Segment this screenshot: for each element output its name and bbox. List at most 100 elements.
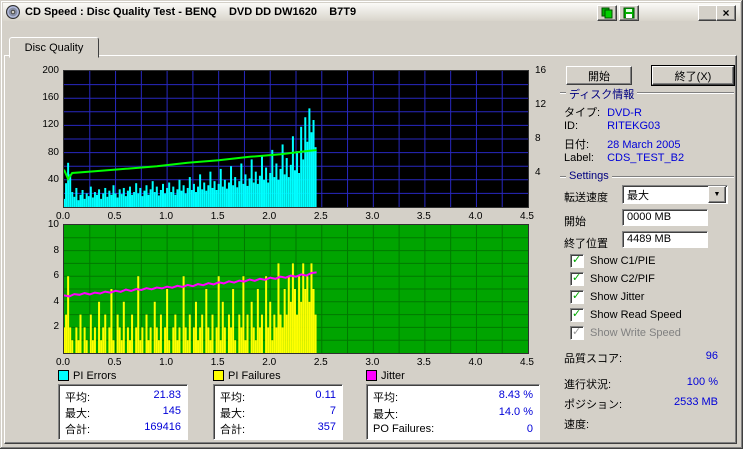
checkbox-box: ✓ — [570, 272, 584, 286]
position-row: ポジション: 2533 MB — [564, 396, 718, 411]
cd-icon — [6, 5, 20, 19]
axis-tick: 0.0 — [56, 211, 70, 222]
axis-tick: 1.5 — [210, 211, 225, 222]
save-button[interactable] — [619, 5, 639, 21]
checkbox-box: ✓ — [570, 290, 584, 304]
pi-failures-jitter-chart — [63, 224, 529, 354]
stat-row: 合計: 169416 — [65, 421, 181, 436]
axis-tick: 3.0 — [365, 357, 380, 368]
tab-label: Disc Quality — [24, 41, 84, 54]
check-icon: ✓ — [572, 326, 582, 338]
axis-tick: 200 — [42, 65, 59, 76]
disc-id-row: ID: RITEKG03 — [564, 120, 661, 132]
chevron-down-icon[interactable]: ▼ — [708, 186, 726, 203]
checkbox-show-jitter[interactable]: ✓ Show Jitter — [570, 290, 644, 304]
pi-failures-stat-box: 平均: 0.11 最大: 7 合計: 357 — [213, 384, 343, 440]
checkbox-show-write-speed[interactable]: ✓ Show Write Speed — [570, 326, 681, 340]
checkbox-show-c1-pie[interactable]: ✓ Show C1/PIE — [570, 254, 655, 268]
transfer-speed-select[interactable]: 最大 ▼ — [622, 185, 728, 204]
disc-info-group-title: ディスク情報 — [560, 86, 734, 101]
axis-tick: 2 — [53, 321, 59, 333]
jitter-legend: Jitter — [366, 369, 540, 382]
axis-tick: 0.5 — [107, 211, 122, 222]
side-panel: 開始 終了(X) ディスク情報 タイプ: DVD-R ID: RITEKG03 … — [558, 58, 736, 440]
pi-errors-legend-label: PI Errors — [73, 369, 117, 382]
checkbox-show-c2-pif[interactable]: ✓ Show C2/PIF — [570, 272, 655, 286]
axis-tick: 12 — [535, 99, 547, 110]
axis-tick: 2.5 — [313, 357, 328, 368]
start-button[interactable]: 開始 — [566, 66, 632, 85]
check-icon: ✓ — [572, 254, 582, 266]
axis-tick: 4 — [53, 295, 59, 307]
quality-score-row: 品質スコア: 96 — [564, 350, 718, 365]
position-value: 2533 MB — [673, 396, 718, 408]
axis-tick: 4.5 — [520, 357, 534, 368]
checkbox-box: ✓ — [570, 254, 584, 268]
axis-tick: 3.5 — [416, 357, 431, 368]
disc-label-row: Label: CDS_TEST_B2 — [564, 152, 685, 164]
pi-errors-stat-box: 平均: 21.83 最大: 145 合計: 169416 — [58, 384, 188, 440]
axis-tick: 0.5 — [107, 357, 122, 368]
progress-row: 進行状況: 100 % — [564, 376, 718, 391]
axis-tick: 3.0 — [365, 211, 380, 222]
stat-row: 平均: 8.43 % — [373, 389, 533, 404]
transfer-speed-value: 最大 — [627, 189, 649, 202]
axis-tick: 1.0 — [159, 357, 174, 368]
stat-row: 最大: 7 — [220, 405, 336, 420]
settings-group-title: Settings — [560, 170, 734, 184]
end-position-field[interactable]: 4489 MB — [622, 231, 708, 248]
start-position-field[interactable]: 0000 MB — [622, 209, 708, 226]
axis-tick: 160 — [42, 92, 59, 104]
check-icon: ✓ — [572, 290, 582, 302]
jitter-stats: Jitter 平均: 8.43 % 最大: 14.0 % PO Failures: 0 — [366, 369, 540, 440]
axis-tick: 8 — [53, 244, 59, 256]
check-icon: ✓ — [572, 308, 582, 320]
pi-errors-swatch — [58, 370, 69, 381]
axis-tick: 0.0 — [56, 357, 70, 368]
jitter-swatch — [366, 370, 377, 381]
pi-failures-swatch — [213, 370, 224, 381]
axis-tick: 4.0 — [468, 357, 483, 368]
progress-value: 100 % — [686, 376, 718, 388]
disc-date-row: 日付: 28 March 2005 — [564, 139, 681, 151]
save-icon — [623, 7, 635, 19]
axis-tick: 10 — [47, 219, 59, 230]
window-title: CD Speed : Disc Quality Test - BENQ DVD … — [25, 6, 357, 18]
stat-row: 平均: 0.11 — [220, 389, 336, 404]
pi-errors-legend: PI Errors — [58, 369, 188, 382]
checkbox-show-read-speed[interactable]: ✓ Show Read Speed — [570, 308, 682, 322]
quality-score-value: 96 — [705, 350, 718, 362]
axis-tick: 40 — [47, 173, 59, 185]
axis-tick: 120 — [42, 119, 59, 131]
stat-row: 平均: 21.83 — [65, 389, 181, 404]
close-button[interactable]: × — [716, 5, 736, 21]
speed-row: 速度: — [564, 419, 590, 431]
pi-errors-chart — [63, 70, 529, 208]
copy-button[interactable] — [597, 5, 617, 21]
stat-row: 最大: 145 — [65, 405, 181, 420]
disc-type-row: タイプ: DVD-R — [564, 107, 642, 119]
pi-failures-legend-label: PI Failures — [228, 369, 281, 382]
axis-tick: 2.5 — [313, 211, 328, 222]
exit-button[interactable]: 終了(X) — [652, 66, 734, 85]
pi-errors-stats: PI Errors 平均: 21.83 最大: 145 合計: 169416 — [58, 369, 188, 440]
axis-tick: 6 — [53, 270, 59, 282]
tab-page: PI Errors 平均: 21.83 最大: 145 合計: 169416 PI F… — [4, 55, 737, 444]
axis-tick: 4 — [535, 167, 541, 178]
tab-disc-quality[interactable]: Disc Quality — [9, 37, 99, 58]
axis-tick: 2.0 — [262, 211, 277, 222]
stat-row: PO Failures: 0 — [373, 423, 533, 435]
minimize-button[interactable] — [698, 5, 718, 21]
axis-tick: 3.5 — [416, 211, 431, 222]
axis-tick: 4.5 — [520, 211, 534, 222]
jitter-legend-label: Jitter — [381, 369, 405, 382]
stat-row: 最大: 14.0 % — [373, 406, 533, 421]
axis-tick: 8 — [535, 133, 541, 144]
titlebar: CD Speed : Disc Quality Test - BENQ DVD … — [3, 3, 740, 21]
axis-tick: 4.0 — [468, 211, 483, 222]
pi-failures-legend: PI Failures — [213, 369, 343, 382]
stat-row: 合計: 357 — [220, 421, 336, 436]
check-icon: ✓ — [572, 272, 582, 284]
close-icon: × — [722, 6, 730, 20]
axis-tick: 16 — [535, 65, 547, 76]
